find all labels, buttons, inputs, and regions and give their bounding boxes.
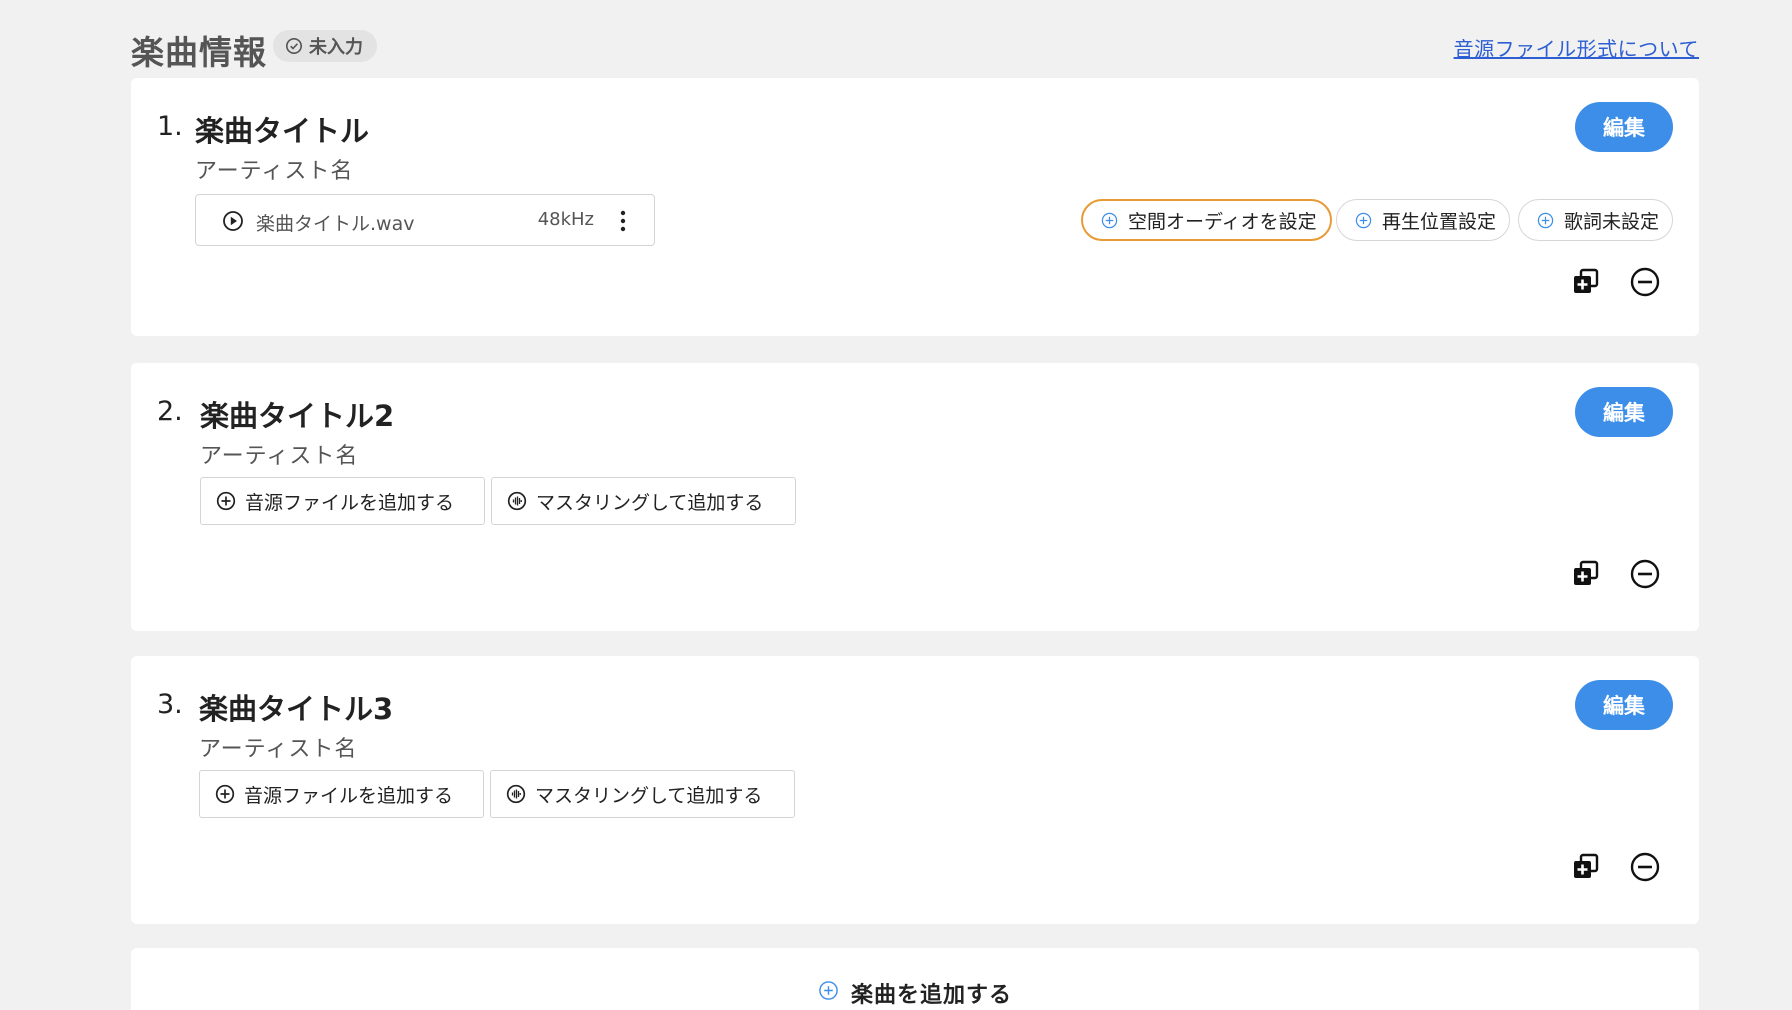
mastering-add-label: マスタリングして追加する — [535, 784, 763, 807]
audio-file-item: 楽曲タイトル.wav 48kHz — [195, 194, 655, 246]
check-circle-icon — [285, 37, 303, 55]
duplicate-button[interactable] — [1570, 851, 1602, 883]
duplicate-button[interactable] — [1570, 558, 1602, 590]
minus-circle-icon — [1630, 559, 1660, 589]
more-vertical-icon[interactable] — [618, 207, 628, 235]
plus-circle-icon — [1101, 212, 1118, 228]
edit-button[interactable]: 編集 — [1575, 102, 1673, 152]
lyrics-chip[interactable]: 歌詞未設定 — [1518, 199, 1674, 241]
waveform-circle-icon — [507, 491, 527, 511]
audio-file-name: 楽曲タイトル.wav — [256, 213, 415, 235]
section-header: 楽曲情報 未入力 音源ファイル形式について — [131, 24, 1699, 72]
plus-circle-icon — [216, 491, 236, 511]
mastering-add-button[interactable]: マスタリングして追加する — [490, 770, 795, 818]
status-badge-label: 未入力 — [309, 37, 363, 58]
duplicate-icon — [1574, 268, 1599, 293]
sample-rate: 48kHz — [537, 209, 594, 230]
remove-button[interactable] — [1629, 266, 1661, 298]
track-title: 楽曲タイトル2 — [200, 399, 395, 433]
remove-button[interactable] — [1629, 851, 1661, 883]
add-track-button[interactable]: 楽曲を追加する — [131, 948, 1699, 1010]
plus-circle-icon — [1537, 212, 1554, 228]
remove-button[interactable] — [1629, 558, 1661, 590]
artist-name: アーティスト名 — [199, 737, 358, 762]
add-audio-file-button[interactable]: 音源ファイルを追加する — [200, 477, 485, 525]
track-card-3: 3. 楽曲タイトル3 アーティスト名 編集 音源ファイルを追加する マスタリング… — [131, 656, 1699, 924]
duplicate-icon — [1574, 853, 1599, 878]
track-title: 楽曲タイトル — [195, 114, 370, 148]
add-audio-file-button[interactable]: 音源ファイルを追加する — [199, 770, 484, 818]
spatial-audio-chip-label: 空間オーディオを設定 — [1128, 210, 1317, 233]
plus-circle-icon — [1355, 212, 1372, 228]
duplicate-icon — [1574, 560, 1599, 585]
artist-name: アーティスト名 — [195, 159, 354, 184]
audio-format-link[interactable]: 音源ファイル形式について — [1454, 33, 1699, 62]
edit-button[interactable]: 編集 — [1575, 387, 1673, 437]
plus-circle-icon — [215, 784, 235, 804]
playback-position-chip-label: 再生位置設定 — [1382, 210, 1497, 233]
section-title: 楽曲情報 — [131, 33, 267, 72]
add-audio-file-label: 音源ファイルを追加する — [245, 491, 455, 514]
track-card-2: 2. 楽曲タイトル2 アーティスト名 編集 音源ファイルを追加する マスタリング… — [131, 363, 1699, 631]
add-audio-file-label: 音源ファイルを追加する — [244, 784, 454, 807]
plus-circle-icon — [819, 981, 838, 1000]
artist-name: アーティスト名 — [200, 444, 359, 469]
spatial-audio-chip[interactable]: 空間オーディオを設定 — [1081, 199, 1332, 241]
track-number: 1. — [157, 111, 183, 142]
duplicate-button[interactable] — [1570, 266, 1602, 298]
minus-circle-icon — [1630, 267, 1660, 297]
status-badge: 未入力 — [273, 30, 377, 62]
track-number: 2. — [157, 396, 183, 427]
playback-position-chip[interactable]: 再生位置設定 — [1336, 199, 1511, 241]
minus-circle-icon — [1630, 852, 1660, 882]
lyrics-chip-label: 歌詞未設定 — [1564, 210, 1660, 233]
add-track-label: 楽曲を追加する — [850, 983, 1012, 1008]
edit-button[interactable]: 編集 — [1575, 680, 1673, 730]
mastering-add-label: マスタリングして追加する — [536, 491, 764, 514]
track-card-1: 1. 楽曲タイトル アーティスト名 編集 楽曲タイトル.wav 48kHz 空間… — [131, 78, 1699, 336]
track-number: 3. — [157, 689, 183, 720]
track-title: 楽曲タイトル3 — [199, 692, 394, 726]
play-circle-icon[interactable] — [222, 210, 244, 232]
page: 楽曲情報 未入力 音源ファイル形式について 1. 楽曲タイトル アーティスト名 … — [0, 0, 1792, 1010]
mastering-add-button[interactable]: マスタリングして追加する — [491, 477, 796, 525]
waveform-circle-icon — [506, 784, 526, 804]
